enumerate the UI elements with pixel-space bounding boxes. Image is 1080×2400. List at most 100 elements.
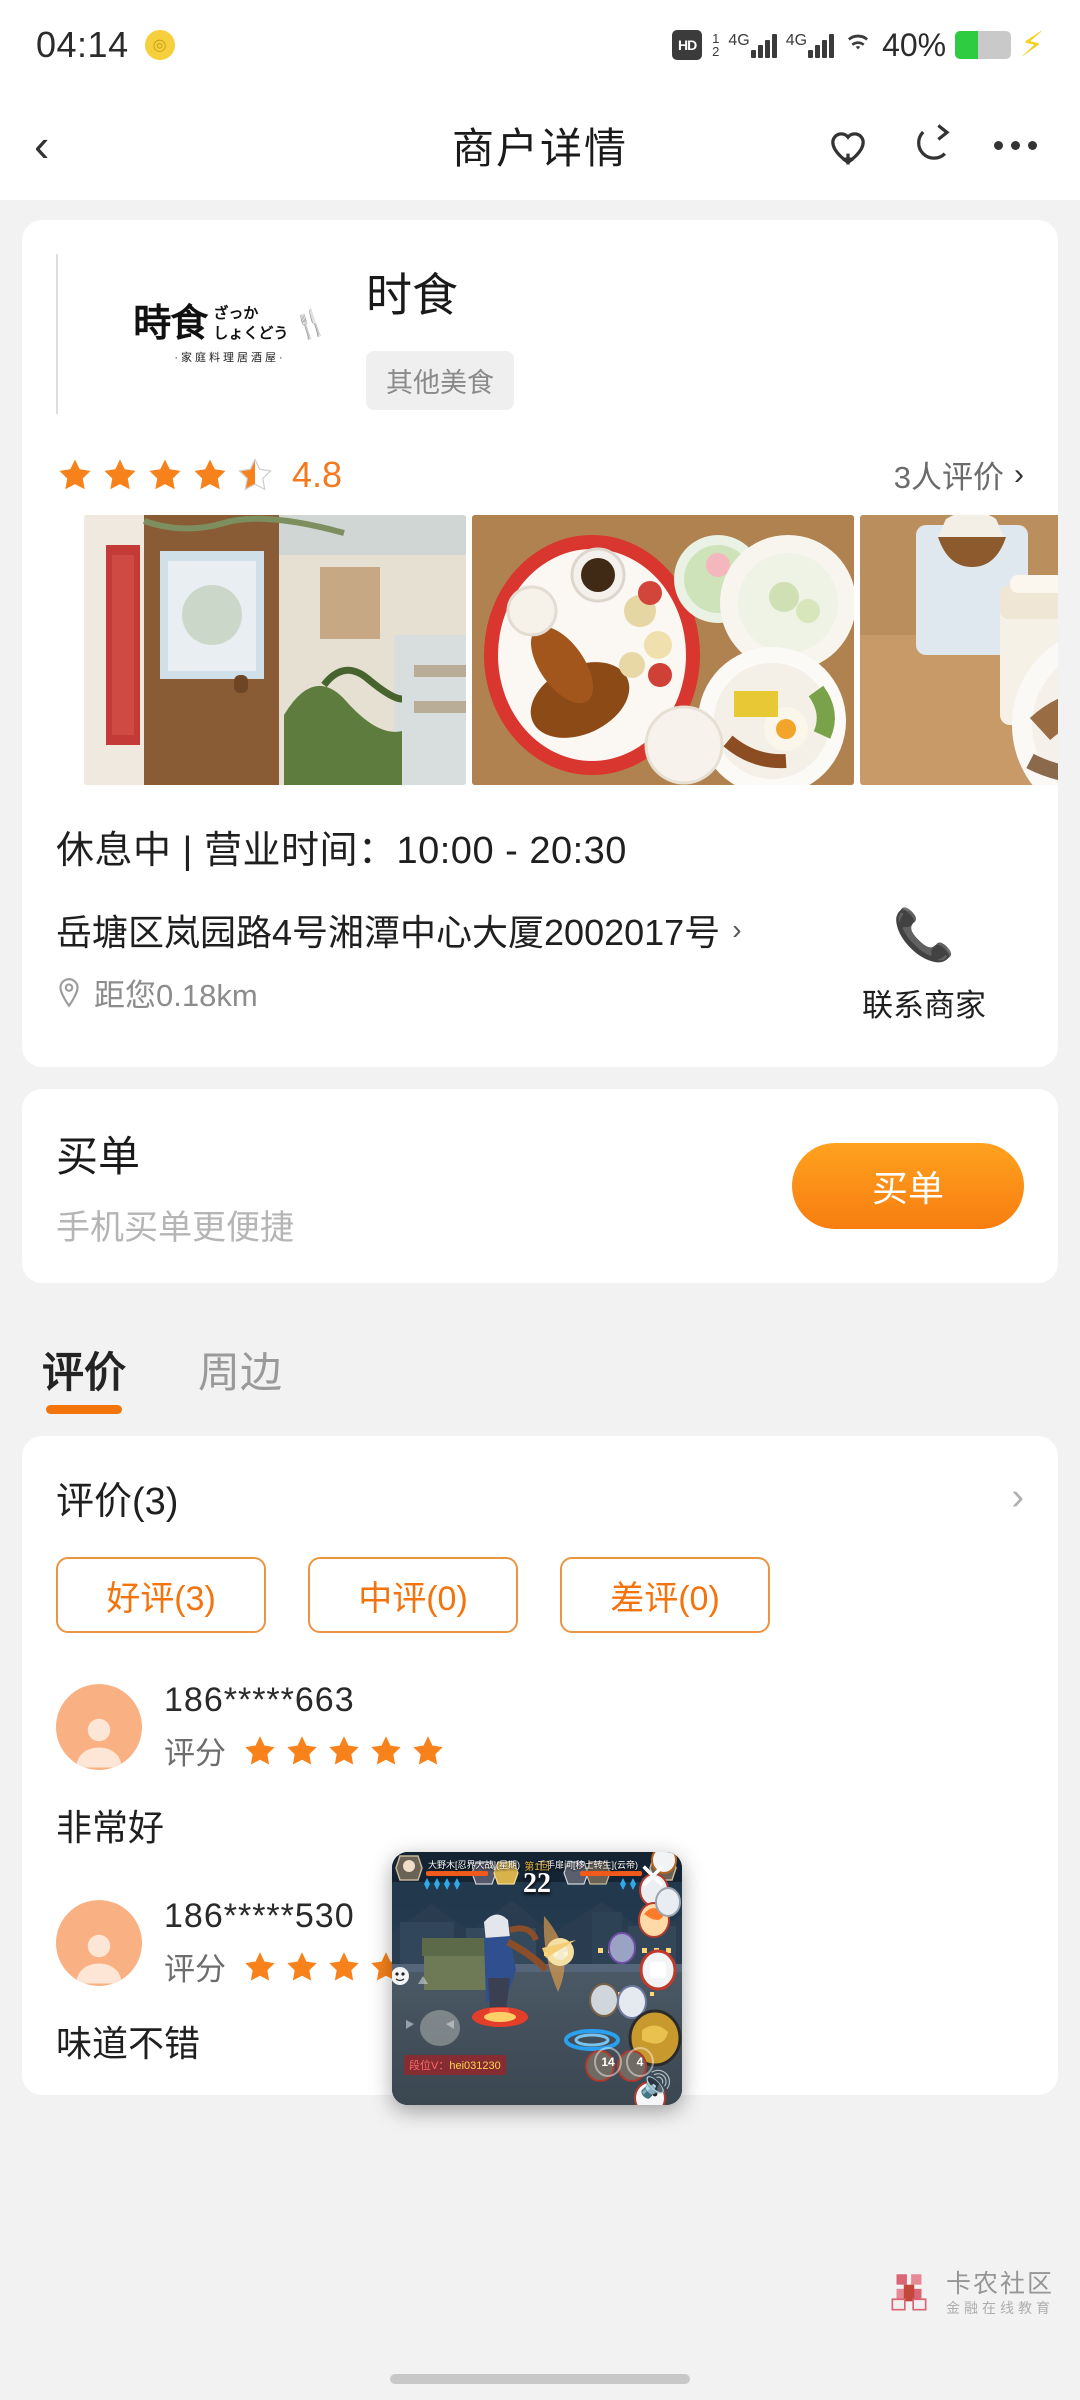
game-watermark: 段位V：hei031230 — [404, 2055, 506, 2075]
reviews-header[interactable]: 评价(3) › — [56, 1470, 1024, 1543]
merchant-rating-stars — [56, 456, 274, 494]
star-full-icon — [329, 1951, 359, 1980]
reviewer-rating-stars — [242, 1733, 446, 1769]
skill-count-badge-1[interactable]: 14 — [594, 2047, 622, 2077]
section-tabs: 评价 周边 — [0, 1305, 1080, 1414]
heart-plus-icon[interactable] — [822, 119, 874, 171]
player-left-name: 大野木[忍界大战](星期) — [428, 1860, 520, 1870]
score-label: 评分 — [164, 1736, 226, 1771]
user-avatar-icon — [56, 1684, 142, 1770]
player-left-healthbar — [426, 1871, 488, 1876]
business-hours: 休息中 | 营业时间：10:00 - 20:30 — [56, 830, 627, 872]
tab-reviews[interactable]: 评价 — [42, 1339, 126, 1414]
charging-bolt-icon: ⚡ — [1020, 26, 1044, 64]
more-dots-icon[interactable] — [994, 119, 1046, 171]
logo-cn-text: 時食 — [133, 303, 208, 345]
review-count-label: 3人评价 — [893, 460, 1004, 495]
status-bar: 04:14 ◎ HD 1 2 4G 4G 40% ⚡ — [0, 0, 1080, 90]
distance-row: 距您0.18km — [56, 970, 824, 1015]
chevron-right-icon: › — [1011, 1476, 1024, 1518]
status-indicators: HD 1 2 4G 4G 40% ⚡ — [672, 27, 1044, 64]
review-item: 186*****663 评分 非常好 — [56, 1663, 1024, 1879]
pay-subtitle: 手机买单更便捷 — [56, 1209, 294, 1247]
speaker-icon[interactable]: 🔊 — [640, 2071, 672, 2097]
network-type-1: 4G — [728, 32, 750, 49]
merchant-photo-storefront[interactable] — [84, 515, 466, 785]
rating-row: 4.8 3人评价 › — [22, 438, 1058, 515]
signal-sim2: 4G — [785, 32, 835, 58]
site-watermark: 卡农社区 金融在线教育 — [884, 2268, 1054, 2318]
app-header: ‹ 商户详情 — [0, 90, 1080, 200]
merchant-photo-gallery[interactable] — [22, 515, 1058, 785]
pay-title: 买单 — [56, 1133, 141, 1180]
coin-icon: ◎ — [144, 30, 175, 60]
floating-game-window[interactable]: 大野木[忍界大战](星期) 千手扉间[移土转生](云帝) 第1回 22 段位V：… — [392, 1852, 682, 2105]
star-full-icon — [287, 1735, 317, 1764]
filter-chip-negative[interactable]: 差评(0) — [560, 1557, 770, 1633]
hd-sim-2: 2 — [712, 44, 720, 59]
star-half-icon — [238, 457, 272, 490]
watermark-title: 卡农社区 — [945, 2269, 1054, 2298]
merchant-card: 時食 ざっか しょくどう 🍴 ·家庭料理居酒屋· 时食 其他美食 4.8 3人评… — [22, 220, 1058, 1067]
location-pin-icon — [59, 977, 79, 1008]
chevron-right-icon: › — [1014, 457, 1024, 491]
merchant-address: 岳塘区岚园路4号湘潭中心大厦2002017号 — [56, 912, 721, 953]
share-icon[interactable] — [908, 119, 960, 171]
logo-jp-top: ざっか — [213, 304, 259, 322]
signal-bars-1 — [750, 32, 777, 58]
hd-sim-numbers: 1 2 — [712, 32, 719, 58]
star-full-icon — [413, 1735, 443, 1764]
review-count-link[interactable]: 3人评价 › — [894, 452, 1024, 497]
home-indicator — [390, 2374, 690, 2384]
signal-bars-2 — [808, 32, 835, 58]
logo-jp-bottom: しょくどう — [213, 325, 289, 342]
watermark-rank: 段位V： — [409, 2060, 450, 2072]
rating-value: 4.8 — [292, 453, 343, 495]
wifi-icon — [843, 31, 873, 60]
watermark-subtitle: 金融在线教育 — [945, 2299, 1054, 2316]
player-right-healthbar — [580, 1871, 642, 1876]
merchant-logo: 時食 ざっか しょくどう 🍴 ·家庭料理居酒屋· — [56, 254, 356, 414]
hd-voice-icon: HD — [672, 30, 703, 60]
reviewer-phone: 186*****663 — [164, 1681, 355, 1719]
contact-merchant-button[interactable]: 📞 联系商家 — [824, 904, 1024, 1025]
reviews-header-title: 评价(3) — [56, 1481, 179, 1523]
tab-nearby[interactable]: 周边 — [198, 1339, 282, 1414]
battery-icon — [955, 31, 1012, 59]
hd-label: HD — [678, 37, 697, 53]
merchant-photo-drink[interactable] — [860, 515, 1058, 785]
player-right-name: 千手扉间[移土转生](云帝) — [537, 1860, 638, 1870]
review-text: 非常好 — [56, 1807, 165, 1848]
user-avatar-icon — [56, 1900, 142, 1986]
network-type-2: 4G — [785, 32, 808, 49]
pay-card: 买单 手机买单更便捷 买单 — [22, 1089, 1058, 1283]
star-full-icon — [245, 1735, 275, 1764]
merchant-photo-food-platter[interactable] — [472, 515, 854, 785]
pay-button[interactable]: 买单 — [792, 1143, 1024, 1229]
merchant-name: 时食 — [366, 268, 458, 321]
score-label: 评分 — [164, 1952, 226, 1987]
star-full-icon — [287, 1951, 317, 1980]
star-full-icon — [149, 458, 181, 489]
star-full-icon — [245, 1951, 275, 1980]
status-time: 04:14 — [36, 24, 129, 65]
star-full-icon — [371, 1735, 401, 1764]
star-full-icon — [59, 458, 91, 489]
distance-text: 距您0.18km — [94, 978, 258, 1013]
logo-sub-text: ·家庭料理居酒屋· — [174, 352, 286, 365]
filter-chip-neutral[interactable]: 中评(0) — [308, 1557, 518, 1633]
review-filter-chips: 好评(3) 中评(0) 差评(0) — [56, 1543, 1024, 1663]
match-timer: 22 — [523, 1868, 551, 1899]
star-full-icon — [194, 458, 226, 489]
merchant-category-tag: 其他美食 — [366, 350, 514, 410]
merchant-address-row[interactable]: 岳塘区岚园路4号湘潭中心大厦2002017号 › — [56, 904, 824, 956]
chevron-right-icon: › — [732, 914, 742, 945]
battery-percent: 40% — [882, 26, 947, 63]
filter-chip-positive[interactable]: 好评(3) — [56, 1557, 266, 1633]
kanong-logo-icon — [891, 2274, 927, 2311]
fork-spoon-icon: 🍴 — [290, 304, 331, 344]
watermark-username: hei031230 — [449, 2060, 501, 2072]
star-full-icon — [329, 1735, 359, 1764]
contact-merchant-label: 联系商家 — [862, 988, 986, 1023]
close-x-icon[interactable]: ✕ — [634, 1859, 672, 1898]
